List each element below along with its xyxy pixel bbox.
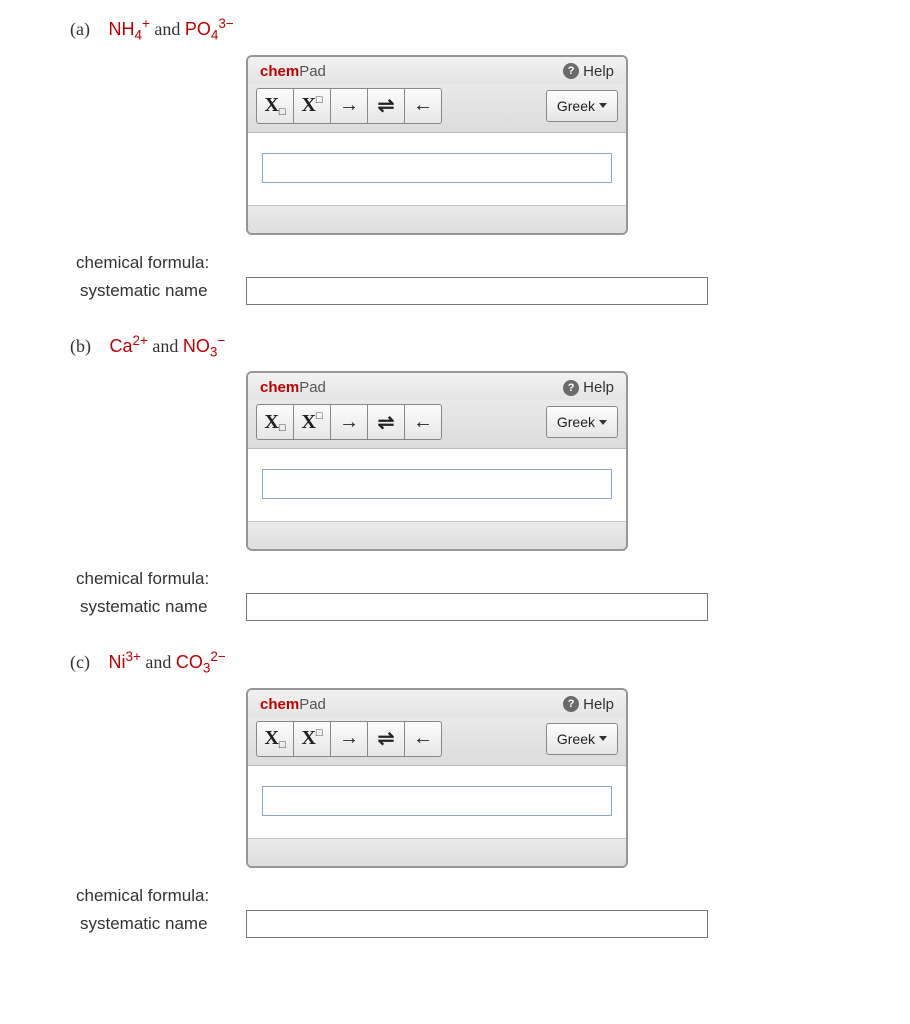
part-marker: (a) bbox=[70, 19, 90, 40]
part-b-prompt: (b) Ca2+ and NO3− bbox=[70, 333, 890, 360]
chempad-toolbar: X□ X□ → ⇌ ← Greek bbox=[248, 717, 626, 766]
chempad-title: chemPad bbox=[260, 696, 326, 713]
help-link[interactable]: ?Help bbox=[563, 379, 614, 396]
part-marker: (c) bbox=[70, 652, 90, 673]
right-arrow-button[interactable]: → bbox=[330, 721, 368, 757]
systematic-name-input-c[interactable] bbox=[246, 910, 708, 938]
ion-1: Ni3+ bbox=[108, 652, 140, 672]
chevron-down-icon bbox=[599, 736, 607, 741]
and-text: and bbox=[145, 652, 171, 672]
equilibrium-button[interactable]: ⇌ bbox=[367, 721, 405, 757]
chemical-formula-label: chemical formula: bbox=[76, 569, 890, 589]
subscript-button[interactable]: X□ bbox=[256, 404, 294, 440]
part-marker: (b) bbox=[70, 336, 91, 357]
chempad-toolbar: X□ X□ → ⇌ ← Greek bbox=[248, 84, 626, 133]
chempad-footer bbox=[248, 521, 626, 549]
help-link[interactable]: ?Help bbox=[563, 63, 614, 80]
subscript-button[interactable]: X□ bbox=[256, 721, 294, 757]
systematic-name-label: systematic name bbox=[80, 914, 246, 934]
help-icon: ? bbox=[563, 380, 579, 396]
systematic-name-label: systematic name bbox=[80, 597, 246, 617]
chempad-input[interactable] bbox=[262, 469, 612, 499]
chemical-formula-label: chemical formula: bbox=[76, 886, 890, 906]
ion-2: NO3− bbox=[183, 336, 225, 356]
ion-2: PO43− bbox=[185, 19, 234, 39]
chempad-title: chemPad bbox=[260, 379, 326, 396]
chempad-body bbox=[248, 449, 626, 521]
chempad-widget-a: chemPad ?Help X□ X□ → ⇌ ← Greek bbox=[246, 55, 628, 235]
chempad-widget-c: chemPad ?Help X□ X□ → ⇌ ← Greek bbox=[246, 688, 628, 868]
chempad-input[interactable] bbox=[262, 786, 612, 816]
help-link[interactable]: ?Help bbox=[563, 696, 614, 713]
equilibrium-button[interactable]: ⇌ bbox=[367, 88, 405, 124]
chevron-down-icon bbox=[599, 103, 607, 108]
left-arrow-button[interactable]: ← bbox=[404, 721, 442, 757]
left-arrow-button[interactable]: ← bbox=[404, 404, 442, 440]
chempad-input[interactable] bbox=[262, 153, 612, 183]
superscript-button[interactable]: X□ bbox=[293, 721, 331, 757]
superscript-button[interactable]: X□ bbox=[293, 404, 331, 440]
ion-1: NH4+ bbox=[108, 19, 149, 39]
equilibrium-button[interactable]: ⇌ bbox=[367, 404, 405, 440]
right-arrow-button[interactable]: → bbox=[330, 88, 368, 124]
chempad-body bbox=[248, 133, 626, 205]
and-text: and bbox=[154, 19, 180, 39]
ion-2: CO32− bbox=[176, 652, 226, 672]
chempad-header: chemPad ?Help bbox=[248, 373, 626, 400]
chempad-title: chemPad bbox=[260, 63, 326, 80]
greek-dropdown[interactable]: Greek bbox=[546, 406, 618, 438]
ion-1: Ca2+ bbox=[110, 336, 148, 356]
help-icon: ? bbox=[563, 696, 579, 712]
part-c-prompt: (c) Ni3+ and CO32− bbox=[70, 649, 890, 676]
greek-dropdown[interactable]: Greek bbox=[546, 90, 618, 122]
right-arrow-button[interactable]: → bbox=[330, 404, 368, 440]
chempad-footer bbox=[248, 205, 626, 233]
systematic-name-input-b[interactable] bbox=[246, 593, 708, 621]
chevron-down-icon bbox=[599, 420, 607, 425]
systematic-name-input-a[interactable] bbox=[246, 277, 708, 305]
chempad-footer bbox=[248, 838, 626, 866]
help-icon: ? bbox=[563, 63, 579, 79]
part-a-prompt: (a) NH4+ and PO43− bbox=[70, 16, 890, 43]
subscript-button[interactable]: X□ bbox=[256, 88, 294, 124]
left-arrow-button[interactable]: ← bbox=[404, 88, 442, 124]
and-text: and bbox=[152, 336, 178, 356]
greek-dropdown[interactable]: Greek bbox=[546, 723, 618, 755]
chempad-header: chemPad ?Help bbox=[248, 57, 626, 84]
chempad-header: chemPad ?Help bbox=[248, 690, 626, 717]
chemical-formula-label: chemical formula: bbox=[76, 253, 890, 273]
chempad-toolbar: X□ X□ → ⇌ ← Greek bbox=[248, 400, 626, 449]
chempad-widget-b: chemPad ?Help X□ X□ → ⇌ ← Greek bbox=[246, 371, 628, 551]
superscript-button[interactable]: X□ bbox=[293, 88, 331, 124]
chempad-body bbox=[248, 766, 626, 838]
systematic-name-label: systematic name bbox=[80, 281, 246, 301]
